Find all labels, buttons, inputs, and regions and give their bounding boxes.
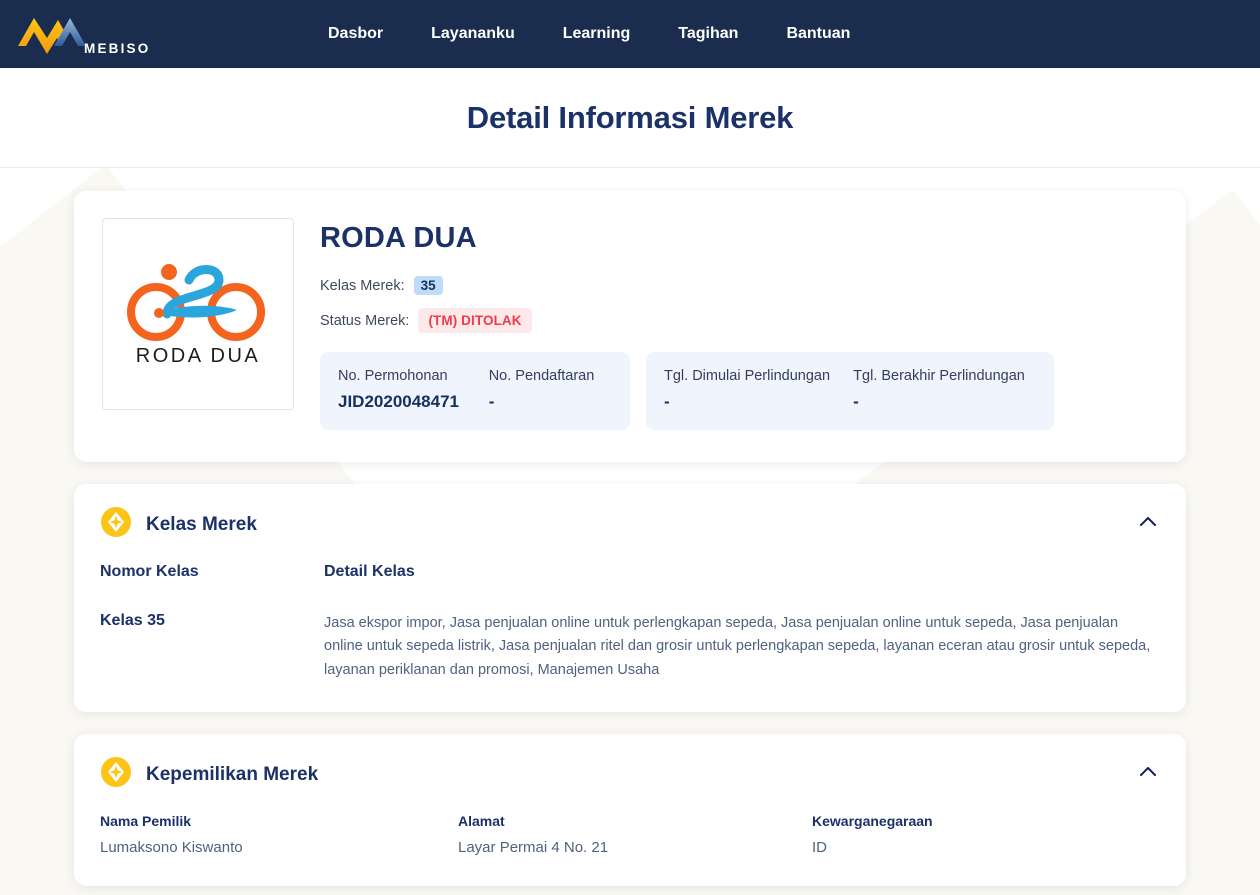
kewarganegaraan-value: ID (812, 839, 827, 857)
page-title: Detail Informasi Merek (466, 99, 794, 135)
kepemilikan-merek-body: Nama Pemilik Lumaksono Kiswanto Alamat L… (74, 799, 1186, 886)
no-permohonan-value: JID2020048471 (338, 392, 460, 411)
main-content: RODA DUA RODA DUA Kelas Merek: 35 Status… (0, 168, 1260, 887)
brand-info: RODA DUA Kelas Merek: 35 Status Merek: (… (320, 218, 1156, 430)
kelas-merek-header[interactable]: Kelas Merek (74, 484, 1186, 549)
kelas-number-column: Nomor Kelas Kelas 35 (100, 563, 324, 682)
tgl-dimulai-value: - (664, 392, 670, 411)
kepemilikan-merek-section: Kepemilikan Merek Nama Pemilik Lumaksono… (74, 734, 1186, 887)
top-navigation-bar: MEBISO Dasbor Layananku Learning Tagihan… (0, 0, 1260, 68)
nama-pemilik-label: Nama Pemilik (100, 813, 192, 830)
tgl-dimulai-cell: Tgl. Dimulai Perlindungan - (664, 368, 841, 412)
chevron-up-icon-kepemilikan[interactable] (1136, 760, 1160, 789)
kelas-merek-body: Nomor Kelas Kelas 35 Detail Kelas Jasa e… (74, 549, 1186, 712)
brand-summary-card: RODA DUA RODA DUA Kelas Merek: 35 Status… (74, 191, 1186, 462)
brand-name: RODA DUA (320, 222, 477, 254)
nav-links: Dasbor Layananku Learning Tagihan Bantua… (328, 25, 1260, 43)
kewarganegaraan-label: Kewarganegaraan (812, 813, 933, 830)
brand-logo-frame: RODA DUA (102, 218, 294, 410)
nav-item-dasbor[interactable]: Dasbor (328, 25, 383, 43)
nav-item-tagihan[interactable]: Tagihan (678, 25, 738, 43)
no-pendaftaran-label: No. Pendaftaran (488, 368, 595, 384)
kelas-number-value: Kelas 35 (100, 612, 165, 629)
kelas-number-header: Nomor Kelas (100, 563, 199, 580)
alamat-label: Alamat (458, 813, 505, 830)
brand-status-label: Status Merek: (320, 312, 410, 329)
tgl-berakhir-label: Tgl. Berakhir Perlindungan (853, 368, 1025, 384)
nama-pemilik-field: Nama Pemilik Lumaksono Kiswanto (100, 813, 458, 856)
no-permohonan-cell: No. Permohonan JID2020048471 (338, 368, 477, 412)
brand-class-row: Kelas Merek: 35 (320, 276, 1156, 295)
kepemilikan-fields: Nama Pemilik Lumaksono Kiswanto Alamat L… (100, 813, 1160, 856)
kepemilikan-merek-header[interactable]: Kepemilikan Merek (74, 734, 1186, 799)
tgl-dimulai-label: Tgl. Dimulai Perlindungan (664, 368, 831, 384)
tgl-berakhir-value: - (853, 392, 859, 411)
bicycle-logo-icon: RODA DUA (123, 252, 273, 377)
no-pendaftaran-cell: No. Pendaftaran - (489, 368, 612, 412)
svg-text:RODA DUA: RODA DUA (136, 345, 260, 367)
brand-status-row: Status Merek: (TM) DITOLAK (320, 308, 1156, 333)
no-pendaftaran-value: - (488, 392, 495, 411)
kewarganegaraan-field: Kewarganegaraan ID (812, 813, 1112, 856)
tgl-berakhir-cell: Tgl. Berakhir Perlindungan - (853, 368, 1036, 412)
kelas-detail-column: Detail Kelas Jasa ekspor impor, Jasa pen… (324, 563, 1160, 682)
brand-class-badge: 35 (413, 276, 443, 295)
brand-wordmark: MEBISO (84, 40, 151, 56)
kelas-merek-title: Kelas Merek (146, 513, 257, 535)
alamat-value: Layar Permai 4 No. 21 (458, 839, 609, 857)
kelas-detail-header: Detail Kelas (324, 563, 415, 580)
nav-item-learning[interactable]: Learning (563, 25, 631, 43)
no-permohonan-label: No. Permohonan (338, 368, 448, 384)
nav-item-layananku[interactable]: Layananku (431, 25, 515, 43)
chevron-up-icon-kelas[interactable] (1136, 510, 1160, 539)
diamond-badge-icon (100, 506, 132, 543)
kelas-merek-section: Kelas Merek Nomor Kelas Kelas 35 Detail … (74, 484, 1186, 713)
status-badge: (TM) DITOLAK (418, 308, 532, 333)
nav-item-bantuan[interactable]: Bantuan (786, 25, 850, 43)
kepemilikan-merek-title: Kepemilikan Merek (146, 763, 319, 785)
page-title-band: Detail Informasi Merek (0, 68, 1260, 168)
brand-class-label: Kelas Merek: (320, 277, 405, 294)
alamat-field: Alamat Layar Permai 4 No. 21 (458, 813, 812, 856)
nama-pemilik-value: Lumaksono Kiswanto (100, 839, 243, 857)
brand-info-boxes: No. Permohonan JID2020048471 No. Pendaft… (320, 352, 1156, 430)
kelas-detail-value: Jasa ekspor impor, Jasa penjualan online… (324, 615, 1151, 678)
brand-logo[interactable]: MEBISO (14, 10, 314, 59)
kelas-table: Nomor Kelas Kelas 35 Detail Kelas Jasa e… (100, 563, 1160, 682)
protection-dates-box: Tgl. Dimulai Perlindungan - Tgl. Berakhi… (646, 352, 1054, 430)
application-number-box: No. Permohonan JID2020048471 No. Pendaft… (320, 352, 630, 430)
diamond-badge-icon (100, 756, 132, 793)
